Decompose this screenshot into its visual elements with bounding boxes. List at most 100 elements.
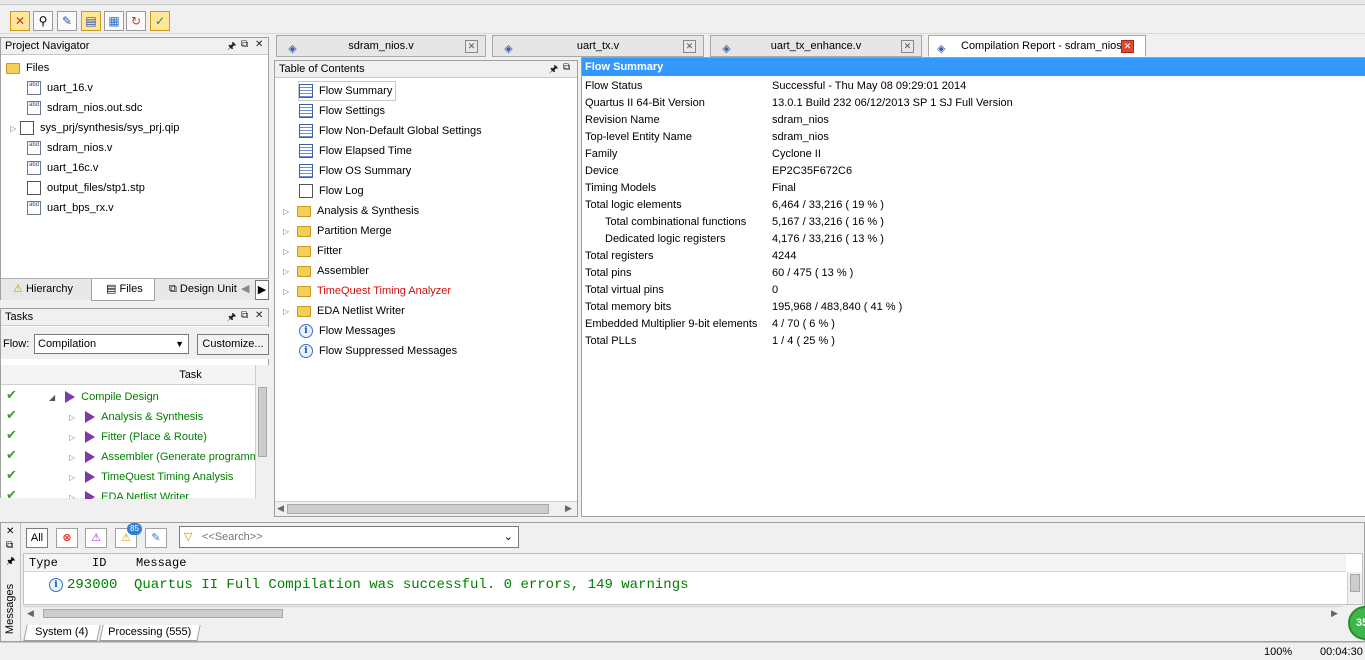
tab-close-icon[interactable]: ✕ — [1121, 40, 1134, 53]
scroll-thumb[interactable] — [43, 609, 283, 618]
message-vertical-scrollbar[interactable] — [1347, 572, 1362, 604]
tab-sdram-nios-v[interactable]: ◈ sdram_nios.v ✕ — [276, 35, 486, 57]
file-item[interactable]: abd sdram_nios.out.sdc — [27, 98, 142, 118]
tab-uart-tx-enhance-v[interactable]: ◈ uart_tx_enhance.v ✕ — [710, 35, 922, 57]
scroll-thumb[interactable] — [287, 504, 549, 514]
error-filter-icon[interactable]: ⊗ — [56, 528, 78, 548]
task-column-header[interactable]: Task — [1, 365, 255, 385]
toc-item[interactable]: Flow Non-Default Global Settings — [299, 121, 482, 141]
toc-item[interactable]: Flow OS Summary — [299, 161, 411, 181]
expand-arrow-icon[interactable]: ▷ — [283, 202, 293, 222]
task-row[interactable]: ✔ ◢ Compile Design — [1, 387, 255, 407]
float-icon[interactable]: ⧉ — [241, 39, 248, 50]
check-icon[interactable]: ✓ — [150, 11, 170, 31]
scroll-right-icon[interactable]: ▶ — [565, 503, 572, 514]
scroll-thumb[interactable] — [1350, 574, 1360, 592]
toc-item[interactable]: ▷ Partition Merge — [283, 221, 392, 241]
suppress-filter-icon[interactable]: ✎ — [145, 528, 167, 548]
toc-horizontal-scrollbar[interactable]: ◀ ▶ — [275, 501, 577, 516]
file-item[interactable]: abd uart_16.v — [27, 78, 93, 98]
pin-icon[interactable]: 🖈 — [227, 39, 236, 56]
tab-compilation-report[interactable]: ◈ Compilation Report - sdram_nios ✕ — [928, 35, 1146, 57]
float-icon[interactable]: ⧉ — [241, 310, 248, 321]
toc-item[interactable]: i Flow Messages — [299, 321, 395, 341]
critical-warning-filter-icon[interactable]: ⚠ — [85, 528, 107, 548]
scroll-right-icon[interactable]: ▶ — [1331, 608, 1338, 619]
file-item[interactable]: ▷ sys_prj/synthesis/sys_prj.qip — [10, 118, 179, 138]
close-icon[interactable]: ✕ — [6, 526, 14, 537]
tab-system[interactable]: System (4) — [23, 625, 101, 641]
column-type[interactable]: Type — [29, 556, 58, 570]
toc-item[interactable]: Flow Elapsed Time — [299, 141, 412, 161]
scroll-left-icon[interactable]: ◀ — [27, 608, 34, 619]
float-icon[interactable]: ⧉ — [6, 540, 13, 551]
file-item[interactable]: abd sdram_nios.v — [27, 138, 112, 158]
file-item[interactable]: output_files/stp1.stp — [27, 178, 145, 198]
tab-scroll-left-icon[interactable]: ◀ — [241, 282, 251, 298]
task-row[interactable]: ✔ ▷ EDA Netlist Writer — [1, 487, 255, 499]
column-id[interactable]: ID — [92, 556, 106, 570]
task-row[interactable]: ✔ ▷ TimeQuest Timing Analysis — [1, 467, 255, 487]
binoculars-icon[interactable]: ⚲ — [33, 11, 53, 31]
message-row[interactable]: i 293000 Quartus II Full Compilation was… — [48, 576, 848, 594]
expand-arrow-icon[interactable]: ▷ — [283, 222, 293, 242]
tab-close-icon[interactable]: ✕ — [901, 40, 914, 53]
scroll-thumb[interactable] — [258, 387, 267, 457]
expand-arrow-icon[interactable]: ▷ — [10, 119, 20, 139]
toc-item[interactable]: ▷ Assembler — [283, 261, 369, 281]
edit-icon[interactable]: ✎ — [57, 11, 77, 31]
refresh-icon[interactable]: ↻ — [126, 11, 146, 31]
expand-arrow-icon[interactable]: ▷ — [283, 242, 293, 262]
task-scrollbar[interactable] — [255, 365, 269, 499]
tab-close-icon[interactable]: ✕ — [465, 40, 478, 53]
pin-icon[interactable]: 🖈 — [227, 310, 236, 327]
expand-arrow-icon[interactable]: ▷ — [283, 262, 293, 282]
file-item[interactable]: abd uart_bps_rx.v — [27, 198, 114, 218]
tab-processing[interactable]: Processing (555) — [99, 625, 201, 641]
stop-icon[interactable]: ✕ — [10, 11, 30, 31]
pin-icon[interactable]: 🖈 — [549, 62, 558, 79]
expand-arrow-icon[interactable]: ▷ — [283, 282, 293, 302]
toc-item[interactable]: Flow Log — [299, 181, 364, 201]
expand-arrow-icon[interactable]: ▷ — [283, 302, 293, 322]
tab-design-unit[interactable]: ⧉ Design Unit — [159, 280, 239, 300]
tab-hierarchy[interactable]: ⚠ Hierarchy — [5, 280, 89, 300]
message-horizontal-scrollbar[interactable]: ◀ ▶ — [23, 606, 1343, 620]
column-message[interactable]: Message — [136, 556, 186, 570]
toc-item[interactable]: ▷ EDA Netlist Writer — [283, 301, 405, 321]
search-input[interactable] — [202, 529, 482, 545]
float-icon[interactable]: ⧉ — [563, 62, 570, 73]
messages-panel: ✕ ⧉ 🖈 Messages All ⊗ ⚠ ⚠ 85 ✎ ▽ ⌄ Type I… — [0, 522, 1365, 642]
message-search-box[interactable]: ▽ ⌄ — [179, 526, 519, 548]
tab-files[interactable]: ▤ Files — [91, 279, 155, 301]
toc-item-flow-summary[interactable]: Flow Summary — [298, 81, 397, 101]
expand-arrow-icon: ▷ — [69, 453, 76, 462]
close-icon[interactable]: ✕ — [255, 39, 263, 50]
message-table: Type ID Message i 293000 Quartus II Full… — [23, 553, 1363, 605]
toc-item-timequest[interactable]: ▷ TimeQuest Timing Analyzer — [283, 281, 451, 301]
chevron-down-icon[interactable]: ⌄ — [504, 530, 513, 543]
toc-item[interactable]: i Flow Suppressed Messages — [299, 341, 457, 361]
close-icon[interactable]: ✕ — [255, 310, 263, 321]
toc-item[interactable]: Flow Settings — [299, 101, 385, 121]
toc-item[interactable]: ▷ Fitter — [283, 241, 342, 261]
flow-icon[interactable]: ▤ — [81, 11, 101, 31]
customize-button[interactable]: Customize... — [197, 334, 269, 355]
task-row[interactable]: ✔ ▷ Assembler (Generate programm — [1, 447, 255, 467]
tab-close-icon[interactable]: ✕ — [683, 40, 696, 53]
task-row[interactable]: ✔ ▷ Fitter (Place & Route) — [1, 427, 255, 447]
tasks-panel: Tasks 🖈 ⧉ ✕ Flow: Compilation ▼ Customize… — [0, 308, 269, 499]
filter-all-button[interactable]: All — [26, 528, 48, 548]
task-row[interactable]: ✔ ▷ Analysis & Synthesis — [1, 407, 255, 427]
scroll-left-icon[interactable]: ◀ — [277, 503, 284, 514]
files-root[interactable]: Files — [6, 58, 49, 78]
toc-item[interactable]: ▷ Analysis & Synthesis — [283, 201, 419, 221]
grid-icon[interactable]: ▦ — [104, 11, 124, 31]
pin-icon[interactable]: 🖈 — [6, 554, 15, 571]
tab-scroll-right-icon[interactable]: ▶ — [255, 280, 269, 300]
flow-select[interactable]: Compilation ▼ — [34, 334, 189, 354]
file-item[interactable]: abd uart_16c.v — [27, 158, 98, 178]
summary-row-label: Total combinational functions — [605, 216, 747, 228]
tab-uart-tx-v[interactable]: ◈ uart_tx.v ✕ — [492, 35, 704, 57]
folder-icon — [297, 225, 311, 237]
